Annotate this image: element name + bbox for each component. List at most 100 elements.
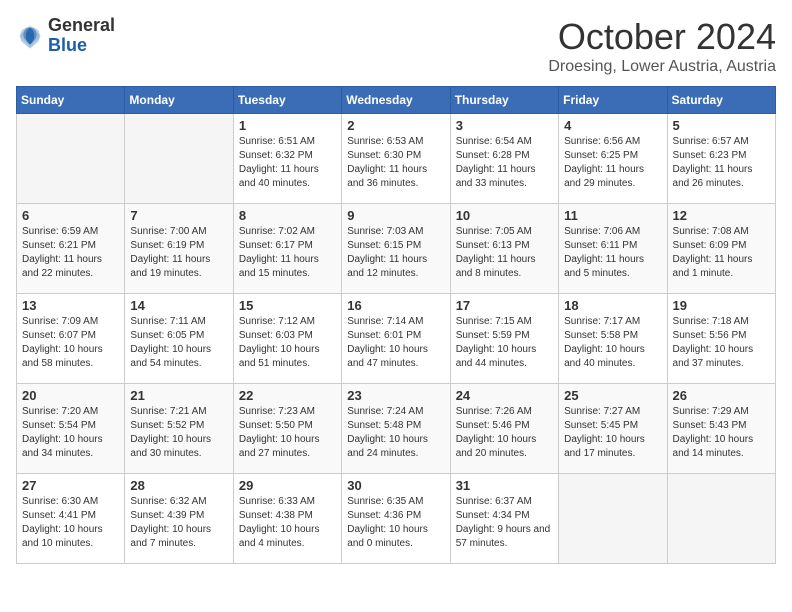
day-info: Sunrise: 7:17 AMSunset: 5:58 PMDaylight:… [564,315,661,371]
calendar-cell: 7 Sunrise: 7:00 AMSunset: 6:19 PMDaylight… [125,204,233,294]
day-number: 15 [239,298,336,313]
page-header: General Blue October 2024 Droesing, Lowe… [16,16,776,76]
day-number: 5 [673,118,770,133]
day-info: Sunrise: 6:56 AMSunset: 6:25 PMDaylight:… [564,135,661,191]
day-info: Sunrise: 6:37 AMSunset: 4:34 PMDaylight:… [456,495,553,551]
day-number: 26 [673,388,770,403]
calendar-cell: 30 Sunrise: 6:35 AMSunset: 4:36 PMDayligh… [342,474,450,564]
day-info: Sunrise: 7:12 AMSunset: 6:03 PMDaylight:… [239,315,336,371]
day-number: 6 [22,208,119,223]
calendar-week-row: 1 Sunrise: 6:51 AMSunset: 6:32 PMDaylight… [17,114,776,204]
calendar-cell: 15 Sunrise: 7:12 AMSunset: 6:03 PMDayligh… [233,294,341,384]
day-info: Sunrise: 7:20 AMSunset: 5:54 PMDaylight:… [22,405,119,461]
day-info: Sunrise: 7:08 AMSunset: 6:09 PMDaylight:… [673,225,770,281]
calendar-cell: 8 Sunrise: 7:02 AMSunset: 6:17 PMDaylight… [233,204,341,294]
day-number: 22 [239,388,336,403]
calendar-cell: 27 Sunrise: 6:30 AMSunset: 4:41 PMDayligh… [17,474,125,564]
day-number: 27 [22,478,119,493]
day-info: Sunrise: 7:14 AMSunset: 6:01 PMDaylight:… [347,315,444,371]
calendar-header-wednesday: Wednesday [342,87,450,114]
logo-text: General Blue [48,16,115,56]
day-info: Sunrise: 7:24 AMSunset: 5:48 PMDaylight:… [347,405,444,461]
calendar-cell [559,474,667,564]
day-info: Sunrise: 7:26 AMSunset: 5:46 PMDaylight:… [456,405,553,461]
logo-blue: Blue [48,36,115,56]
day-info: Sunrise: 7:02 AMSunset: 6:17 PMDaylight:… [239,225,336,281]
day-info: Sunrise: 6:30 AMSunset: 4:41 PMDaylight:… [22,495,119,551]
calendar-cell: 9Sunrise: 7:03 AMSunset: 6:15 PMDaylight… [342,204,450,294]
day-number: 21 [130,388,227,403]
day-number: 7 [130,208,227,223]
calendar-cell: 1 Sunrise: 6:51 AMSunset: 6:32 PMDaylight… [233,114,341,204]
day-number: 28 [130,478,227,493]
day-number: 19 [673,298,770,313]
calendar-cell: 19Sunrise: 7:18 AMSunset: 5:56 PMDayligh… [667,294,775,384]
day-info: Sunrise: 6:51 AMSunset: 6:32 PMDaylight:… [239,135,336,191]
day-info: Sunrise: 7:00 AMSunset: 6:19 PMDaylight:… [130,225,227,281]
calendar-cell: 11Sunrise: 7:06 AMSunset: 6:11 PMDayligh… [559,204,667,294]
calendar-cell: 31Sunrise: 6:37 AMSunset: 4:34 PMDayligh… [450,474,558,564]
day-number: 3 [456,118,553,133]
calendar-cell: 13Sunrise: 7:09 AMSunset: 6:07 PMDayligh… [17,294,125,384]
day-number: 1 [239,118,336,133]
day-number: 13 [22,298,119,313]
calendar-cell: 26 Sunrise: 7:29 AMSunset: 5:43 PMDayligh… [667,384,775,474]
calendar-week-row: 27 Sunrise: 6:30 AMSunset: 4:41 PMDayligh… [17,474,776,564]
month-title: October 2024 [548,16,776,58]
calendar-header-tuesday: Tuesday [233,87,341,114]
calendar-cell: 5 Sunrise: 6:57 AMSunset: 6:23 PMDaylight… [667,114,775,204]
calendar-cell: 25 Sunrise: 7:27 AMSunset: 5:45 PMDayligh… [559,384,667,474]
day-info: Sunrise: 6:59 AMSunset: 6:21 PMDaylight:… [22,225,119,281]
calendar-cell: 6 Sunrise: 6:59 AMSunset: 6:21 PMDaylight… [17,204,125,294]
calendar-cell: 22 Sunrise: 7:23 AMSunset: 5:50 PMDayligh… [233,384,341,474]
day-info: Sunrise: 6:32 AMSunset: 4:39 PMDaylight:… [130,495,227,551]
logo: General Blue [16,16,115,56]
day-number: 18 [564,298,661,313]
logo-icon [16,22,44,50]
day-number: 17 [456,298,553,313]
calendar-cell: 3 Sunrise: 6:54 AMSunset: 6:28 PMDaylight… [450,114,558,204]
calendar-table: SundayMondayTuesdayWednesdayThursdayFrid… [16,86,776,564]
day-number: 30 [347,478,444,493]
calendar-cell: 12Sunrise: 7:08 AMSunset: 6:09 PMDayligh… [667,204,775,294]
day-info: Sunrise: 7:23 AMSunset: 5:50 PMDaylight:… [239,405,336,461]
day-info: Sunrise: 7:29 AMSunset: 5:43 PMDaylight:… [673,405,770,461]
calendar-cell: 28 Sunrise: 6:32 AMSunset: 4:39 PMDayligh… [125,474,233,564]
calendar-week-row: 6 Sunrise: 6:59 AMSunset: 6:21 PMDaylight… [17,204,776,294]
day-number: 2 [347,118,444,133]
location: Droesing, Lower Austria, Austria [548,58,776,76]
calendar-header-sunday: Sunday [17,87,125,114]
calendar-header-saturday: Saturday [667,87,775,114]
calendar-cell: 21Sunrise: 7:21 AMSunset: 5:52 PMDayligh… [125,384,233,474]
calendar-cell [17,114,125,204]
calendar-cell: 14 Sunrise: 7:11 AMSunset: 6:05 PMDayligh… [125,294,233,384]
calendar-cell [667,474,775,564]
day-info: Sunrise: 6:54 AMSunset: 6:28 PMDaylight:… [456,135,553,191]
day-info: Sunrise: 7:06 AMSunset: 6:11 PMDaylight:… [564,225,661,281]
day-number: 8 [239,208,336,223]
calendar-week-row: 13Sunrise: 7:09 AMSunset: 6:07 PMDayligh… [17,294,776,384]
calendar-header-monday: Monday [125,87,233,114]
day-info: Sunrise: 7:27 AMSunset: 5:45 PMDaylight:… [564,405,661,461]
calendar-header-thursday: Thursday [450,87,558,114]
day-number: 16 [347,298,444,313]
calendar-cell: 16 Sunrise: 7:14 AMSunset: 6:01 PMDayligh… [342,294,450,384]
day-info: Sunrise: 6:35 AMSunset: 4:36 PMDaylight:… [347,495,444,551]
calendar-cell [125,114,233,204]
day-info: Sunrise: 6:53 AMSunset: 6:30 PMDaylight:… [347,135,444,191]
day-info: Sunrise: 6:33 AMSunset: 4:38 PMDaylight:… [239,495,336,551]
day-info: Sunrise: 7:15 AMSunset: 5:59 PMDaylight:… [456,315,553,371]
calendar-cell: 18 Sunrise: 7:17 AMSunset: 5:58 PMDayligh… [559,294,667,384]
calendar-cell: 20Sunrise: 7:20 AMSunset: 5:54 PMDayligh… [17,384,125,474]
day-info: Sunrise: 7:03 AMSunset: 6:15 PMDaylight:… [347,225,444,281]
day-number: 14 [130,298,227,313]
day-info: Sunrise: 6:57 AMSunset: 6:23 PMDaylight:… [673,135,770,191]
calendar-cell: 17 Sunrise: 7:15 AMSunset: 5:59 PMDayligh… [450,294,558,384]
day-info: Sunrise: 7:11 AMSunset: 6:05 PMDaylight:… [130,315,227,371]
calendar-header-row: SundayMondayTuesdayWednesdayThursdayFrid… [17,87,776,114]
day-number: 23 [347,388,444,403]
day-number: 29 [239,478,336,493]
calendar-header-friday: Friday [559,87,667,114]
day-number: 25 [564,388,661,403]
calendar-week-row: 20Sunrise: 7:20 AMSunset: 5:54 PMDayligh… [17,384,776,474]
